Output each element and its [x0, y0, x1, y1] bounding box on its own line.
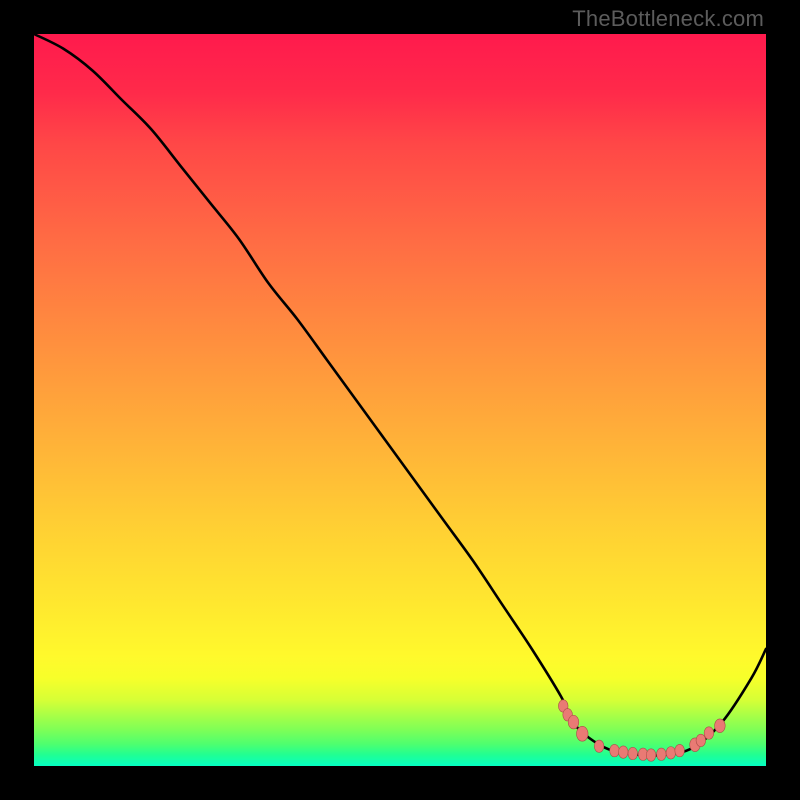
data-dot: [628, 747, 638, 759]
data-dot: [666, 747, 676, 759]
data-dot: [610, 744, 620, 756]
chart-frame: TheBottleneck.com: [0, 0, 800, 800]
bottleneck-curve: [34, 34, 766, 756]
data-dot: [568, 715, 579, 729]
data-dot: [657, 748, 667, 760]
data-dot: [696, 734, 706, 746]
data-dots: [558, 700, 725, 761]
data-dot: [577, 726, 589, 741]
data-dot: [675, 744, 685, 756]
data-dot: [646, 749, 656, 761]
data-dot: [594, 740, 604, 752]
plot-area: [34, 34, 766, 766]
data-dot: [618, 746, 628, 758]
watermark-text: TheBottleneck.com: [572, 6, 764, 32]
chart-svg: [34, 34, 766, 766]
data-dot: [715, 719, 726, 733]
data-dot: [704, 727, 714, 739]
